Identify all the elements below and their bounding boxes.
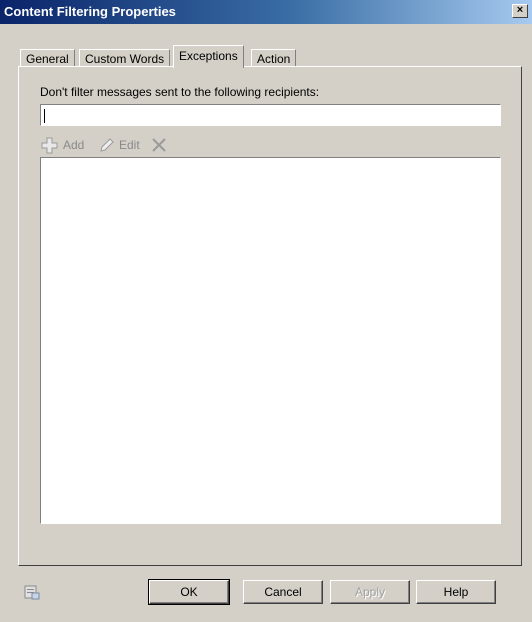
window-title: Content Filtering Properties bbox=[4, 4, 176, 19]
x-icon bbox=[152, 138, 166, 152]
recipients-list[interactable] bbox=[40, 157, 501, 524]
tab-exceptions[interactable]: Exceptions bbox=[173, 45, 244, 68]
close-icon: × bbox=[516, 4, 524, 16]
edit-label: Edit bbox=[119, 138, 140, 152]
title-bar: Content Filtering Properties × bbox=[0, 0, 532, 24]
add-label: Add bbox=[63, 138, 85, 152]
tab-label: General bbox=[26, 52, 69, 66]
text-caret bbox=[44, 109, 45, 123]
recipients-label: Don't filter messages sent to the follow… bbox=[40, 85, 320, 99]
edit-button[interactable]: Edit bbox=[98, 135, 140, 155]
cancel-button[interactable]: Cancel bbox=[243, 580, 323, 604]
tab-label: Exceptions bbox=[179, 49, 238, 63]
exceptions-panel: Don't filter messages sent to the follow… bbox=[18, 66, 522, 566]
tab-custom-words[interactable]: Custom Words bbox=[79, 49, 171, 67]
tab-action[interactable]: Action bbox=[251, 49, 297, 67]
tab-label: Action bbox=[257, 52, 291, 66]
add-button[interactable]: Add bbox=[40, 135, 84, 155]
remove-button[interactable] bbox=[150, 135, 171, 155]
dialog-buttons: OK Cancel Apply Help bbox=[0, 579, 532, 610]
ok-button[interactable]: OK bbox=[148, 579, 230, 605]
close-button[interactable]: × bbox=[512, 4, 528, 18]
properties-icon[interactable] bbox=[24, 584, 40, 600]
pencil-icon bbox=[100, 138, 114, 152]
recipient-input[interactable] bbox=[40, 104, 501, 126]
apply-button[interactable]: Apply bbox=[330, 580, 410, 604]
plus-icon bbox=[41, 137, 58, 154]
tab-general[interactable]: General bbox=[20, 49, 75, 67]
help-button[interactable]: Help bbox=[416, 580, 496, 604]
tab-label: Custom Words bbox=[85, 52, 165, 66]
